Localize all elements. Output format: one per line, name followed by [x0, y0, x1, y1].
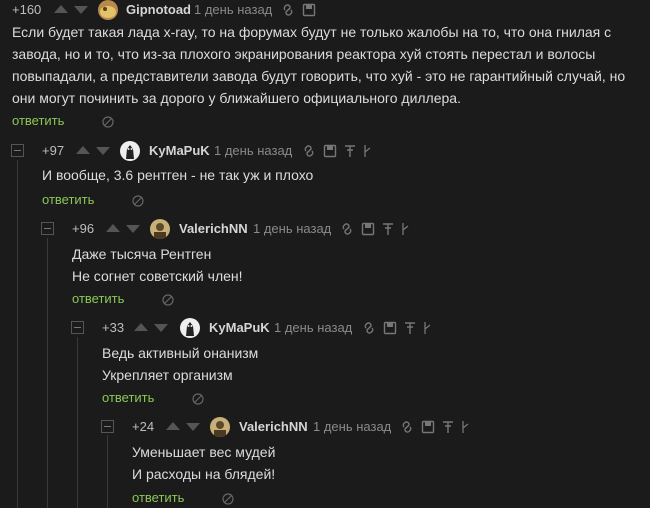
comment-text-line: Укрепляет организм	[102, 367, 233, 383]
comment-header: +97 KyMaPuK 1 день назад	[42, 141, 650, 161]
comment-date[interactable]: 1 день назад	[194, 0, 272, 20]
comment-body: Если будет такая лада x-ray, то на форум…	[12, 21, 642, 109]
comment-date[interactable]: 1 день назад	[274, 318, 352, 338]
collapse-icon[interactable]	[11, 144, 24, 157]
collapse-icon[interactable]	[41, 222, 54, 235]
comment-text-line: И расходы на блядей!	[132, 466, 276, 482]
comment-rating: +24	[132, 419, 155, 434]
arrow-up-icon[interactable]	[166, 422, 180, 430]
comment-author[interactable]: ValerichNN	[239, 417, 308, 437]
comment-author[interactable]: ValerichNN	[179, 219, 248, 239]
save-icon[interactable]	[421, 419, 435, 439]
pin-icon[interactable]	[344, 143, 356, 163]
branch-icon[interactable]	[460, 419, 470, 439]
comment: +97 KyMaPuK 1 день назад И вообще, 3.6 р…	[42, 141, 650, 211]
comment: +160 Gipnotoad 1 день назад Если будет т…	[12, 0, 650, 130]
avatar[interactable]	[180, 318, 200, 338]
reply-link[interactable]: ответить	[42, 192, 94, 207]
comment: +96 ValerichNN 1 день назад Даже тысяча …	[72, 219, 650, 311]
comment-header: +33 KyMaPuK 1 день назад	[102, 318, 650, 338]
pin-icon[interactable]	[382, 221, 394, 241]
comment-author[interactable]: KyMaPuK	[149, 141, 210, 161]
arrow-down-icon[interactable]	[74, 6, 88, 14]
comment-text: Если будет такая лада x-ray, то на форум…	[12, 24, 626, 106]
link-icon[interactable]	[361, 320, 377, 341]
save-icon[interactable]	[361, 221, 375, 241]
link-icon[interactable]	[399, 419, 415, 440]
comment: +33 KyMaPuK 1 день назад Ведь активный о…	[102, 318, 650, 410]
comment-text-line: Не согнет советский член!	[72, 268, 243, 284]
arrow-down-icon[interactable]	[186, 423, 200, 431]
comment-body: Уменьшает вес мудей И расходы на блядей!	[132, 441, 632, 485]
arrow-down-icon[interactable]	[154, 324, 168, 332]
collapse-icon[interactable]	[101, 420, 114, 433]
arrow-down-icon[interactable]	[126, 225, 140, 233]
thread-line-2	[47, 238, 48, 508]
comment-header: +96 ValerichNN 1 день назад	[72, 219, 650, 239]
hide-icon[interactable]	[162, 293, 174, 309]
comment-rating: +97	[42, 143, 65, 158]
comment-rating: +160	[12, 2, 42, 17]
comment-text: И вообще, 3.6 рентген - не так уж и плох…	[42, 167, 314, 183]
link-icon[interactable]	[280, 2, 296, 23]
arrow-up-icon[interactable]	[76, 146, 90, 154]
hide-icon[interactable]	[192, 392, 204, 408]
hide-icon[interactable]	[132, 194, 144, 210]
arrow-up-icon[interactable]	[54, 5, 68, 13]
save-icon[interactable]	[323, 143, 337, 163]
avatar[interactable]	[210, 417, 230, 437]
comment-rating: +33	[102, 320, 125, 335]
branch-icon[interactable]	[422, 320, 432, 340]
comment-text-line: Даже тысяча Рентген	[72, 246, 212, 262]
arrow-up-icon[interactable]	[134, 323, 148, 331]
save-icon[interactable]	[302, 2, 316, 22]
save-icon[interactable]	[383, 320, 397, 340]
arrow-down-icon[interactable]	[96, 147, 110, 155]
comment-rating: +96	[72, 221, 95, 236]
comment-header: +160 Gipnotoad 1 день назад	[12, 0, 650, 20]
comment: +24 ValerichNN 1 день назад Уменьшает ве…	[132, 417, 650, 508]
pin-icon[interactable]	[404, 320, 416, 340]
comment-date[interactable]: 1 день назад	[214, 141, 292, 161]
branch-icon[interactable]	[400, 221, 410, 241]
link-icon[interactable]	[339, 221, 355, 242]
comment-author[interactable]: Gipnotoad	[126, 0, 191, 20]
comment-date[interactable]: 1 день назад	[313, 417, 391, 437]
comment-text-line: Ведь активный онанизм	[102, 345, 259, 361]
collapse-icon[interactable]	[71, 321, 84, 334]
thread-line-4	[107, 435, 108, 508]
reply-link[interactable]: ответить	[132, 490, 184, 505]
comment-text-line: Уменьшает вес мудей	[132, 444, 276, 460]
comment-body: И вообще, 3.6 рентген - не так уж и плох…	[42, 164, 642, 186]
avatar[interactable]	[150, 219, 170, 239]
comment-body: Даже тысяча Рентген Не согнет советский …	[72, 243, 632, 287]
hide-icon[interactable]	[222, 492, 234, 508]
comment-author[interactable]: KyMaPuK	[209, 318, 270, 338]
branch-icon[interactable]	[362, 143, 372, 163]
reply-link[interactable]: ответить	[102, 390, 154, 405]
link-icon[interactable]	[301, 143, 317, 164]
comment-body: Ведь активный онанизм Укрепляет организм	[102, 342, 632, 386]
avatar[interactable]	[120, 141, 140, 161]
arrow-up-icon[interactable]	[106, 224, 120, 232]
reply-link[interactable]: ответить	[72, 291, 124, 306]
comment-header: +24 ValerichNN 1 день назад	[132, 417, 650, 437]
comment-date[interactable]: 1 день назад	[253, 219, 331, 239]
reply-link[interactable]: ответить	[12, 113, 64, 128]
hide-icon[interactable]	[102, 115, 114, 131]
pin-icon[interactable]	[442, 419, 454, 439]
thread-line-3	[77, 337, 78, 508]
avatar[interactable]	[98, 0, 118, 20]
thread-line-1	[17, 160, 18, 508]
